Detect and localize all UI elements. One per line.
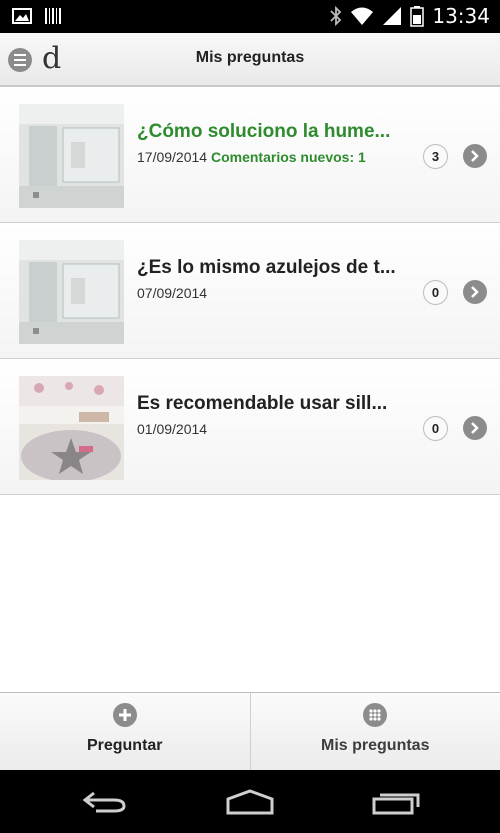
question-meta: 17/09/2014 Comentarios nuevos: 1	[137, 149, 366, 165]
question-title: ¿Cómo soluciono la hume...	[137, 121, 391, 142]
wifi-icon	[351, 7, 374, 25]
question-date: 01/09/2014	[137, 421, 208, 437]
question-thumbnail	[19, 376, 124, 480]
question-title: Es recomendable usar sill...	[137, 393, 388, 414]
tab-label: Preguntar	[86, 737, 163, 754]
question-row[interactable]: Es recomendable usar sill... 01/09/2014 …	[0, 359, 500, 495]
action-bar: d Mis preguntas	[0, 33, 500, 87]
barcode-icon	[45, 8, 61, 24]
status-bar: 13:34	[0, 0, 500, 33]
tab-preguntar[interactable]: Preguntar	[0, 693, 251, 771]
system-navigation-bar	[0, 770, 500, 833]
comment-count-badge: 3	[423, 144, 448, 169]
bottom-tab-bar: Preguntar Mis preguntas	[0, 692, 500, 771]
home-icon	[226, 789, 274, 815]
new-comments-label: Comentarios nuevos: 1	[210, 149, 366, 165]
comment-count-badge: 0	[423, 416, 448, 441]
comment-count-badge: 0	[423, 280, 448, 305]
recent-apps-button[interactable]	[366, 786, 426, 818]
back-icon	[82, 791, 126, 813]
question-title: ¿Es lo mismo azulejos de t...	[137, 257, 396, 278]
plus-icon	[112, 703, 137, 727]
page-title: Mis preguntas	[195, 49, 305, 66]
question-date: 17/09/2014	[137, 149, 208, 165]
question-row[interactable]: ¿Es lo mismo azulejos de t... 07/09/2014…	[0, 223, 500, 359]
question-thumbnail	[19, 104, 124, 208]
chevron-right-icon[interactable]	[463, 144, 487, 168]
image-icon	[12, 8, 32, 24]
recent-apps-icon	[372, 793, 420, 815]
bluetooth-icon	[330, 5, 342, 27]
question-meta: 07/09/2014	[137, 285, 207, 301]
question-date: 07/09/2014	[137, 285, 208, 301]
clock: 13:34	[432, 4, 490, 28]
grid-icon	[363, 703, 388, 727]
back-button[interactable]	[75, 786, 135, 818]
question-thumbnail	[19, 240, 124, 344]
battery-icon	[410, 6, 425, 27]
signal-icon	[383, 7, 402, 25]
questions-list: ¿Cómo soluciono la hume... 17/09/2014 Co…	[0, 87, 500, 495]
question-meta: 01/09/2014	[137, 421, 207, 437]
tab-mis-preguntas[interactable]: Mis preguntas	[250, 693, 500, 771]
tab-label: Mis preguntas	[321, 737, 430, 754]
home-button[interactable]	[220, 786, 280, 818]
question-row[interactable]: ¿Cómo soluciono la hume... 17/09/2014 Co…	[0, 87, 500, 223]
chevron-right-icon[interactable]	[463, 280, 487, 304]
chevron-right-icon[interactable]	[463, 416, 487, 440]
